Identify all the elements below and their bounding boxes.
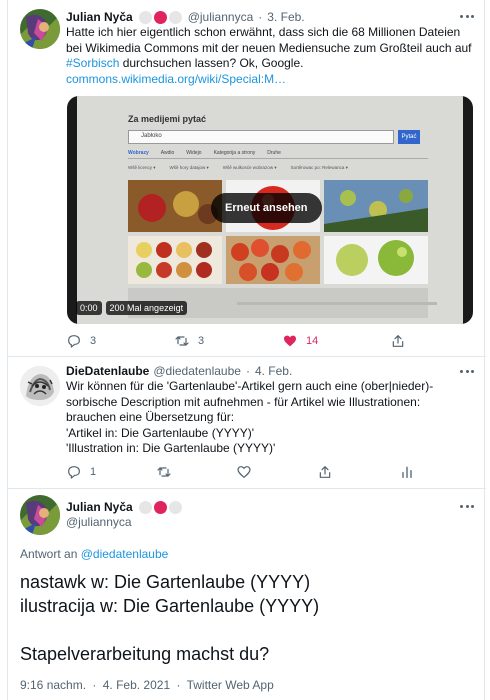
share-icon <box>392 335 404 347</box>
tweet-source[interactable]: Twitter Web App <box>187 678 274 692</box>
video-search-value: Jabłoko <box>141 133 162 139</box>
reply-prefix: Antwort an <box>20 547 78 561</box>
replay-button[interactable]: Erneut ansehen <box>211 193 322 223</box>
video-player[interactable]: Za medijemi pytać Jabłoko Pytać Wobrazy A… <box>67 96 473 324</box>
tweet-meta: 9:16 nachm. · 4. Feb. 2021 · Twitter Web… <box>20 678 274 692</box>
avatar[interactable] <box>20 9 60 49</box>
video-search-box: Jabłoko <box>128 130 394 144</box>
video-filter: Wšě wulkosće wobrazow ▾ <box>222 165 277 170</box>
tweet-thread: Julian Nyča @juliannyca · 3. Feb. Hatte … <box>7 0 486 700</box>
like-button[interactable] <box>236 463 317 481</box>
video-tabs: Wobrazy Awdio Widejo Kategorija a strony Dru… <box>128 150 281 156</box>
video-views: 200 Mal angezeigt <box>105 301 188 315</box>
tweet-text: nastawk w: Die Gartenlaube (YYYY) ilustr… <box>20 570 476 666</box>
tweet-text-line: brauchen eine Übersetzung für: <box>66 410 235 424</box>
reply-context: Antwort an @diedatenlaube <box>20 547 168 561</box>
dot-separator: · <box>245 364 250 378</box>
tweet-main-focused: Julian Nyča @juliannyca Antwort an @died… <box>8 489 486 700</box>
tweet-header: Julian Nyča <box>66 499 188 515</box>
reply-icon <box>68 466 80 479</box>
tweet-diedatenlaube[interactable]: DieDatenlaube @diedatenlaube · 4. Feb. W… <box>8 357 486 487</box>
reply-count: 3 <box>90 335 97 347</box>
handle[interactable]: @diedatenlaube <box>153 364 241 378</box>
tweet-actions: 3 3 14 <box>66 332 446 350</box>
video-filter: Wšě licency ▾ <box>128 165 156 170</box>
reply-to-link[interactable]: @diedatenlaube <box>81 547 169 561</box>
video-filter: Wšě hory datajow ▾ <box>169 165 209 170</box>
display-name[interactable]: Julian Nyča <box>66 500 133 514</box>
reply-button[interactable]: 3 <box>66 332 174 350</box>
video-tab: Widejo <box>186 150 202 156</box>
reply-icon <box>68 335 80 348</box>
tweet-text: Hatte ich hier eigentlich schon erwähnt,… <box>66 25 476 87</box>
like-count: 14 <box>306 335 319 347</box>
tweet-text-line: sorbische Description mit aufnehmen - fü… <box>66 394 421 409</box>
tweet-text-line: nastawk w: Die Gartenlaube (YYYY) <box>20 572 311 592</box>
video-tab: Kategorija a strony <box>213 150 256 156</box>
display-name[interactable]: DieDatenlaube <box>66 364 149 378</box>
tweet-text-line: Wir können für die 'Gartenlaube'-Artikel… <box>66 379 434 393</box>
timestamp[interactable]: 3. Feb. <box>267 10 304 24</box>
tweet-text-line: ilustracija w: Die Gartenlaube (YYYY) <box>20 596 320 616</box>
url-link[interactable]: commons.wikimedia.org/wiki/Special:M… <box>66 72 476 88</box>
share-button[interactable] <box>317 463 399 481</box>
handle[interactable]: @juliannyca <box>188 10 254 24</box>
tweet-text: Wir können für die 'Gartenlaube'-Artikel… <box>66 379 476 457</box>
video-search-button: Pytać <box>398 130 420 144</box>
reply-count: 1 <box>90 466 97 478</box>
tweet-text-fragment: durchsuchen lassen? Ok, Google. <box>119 56 304 70</box>
video-filters: Wšě licency ▾ Wšě hory datajow ▾ Wšě wulko… <box>128 165 348 171</box>
tweet-date[interactable]: 4. Feb. 2021 <box>103 678 170 692</box>
video-overlay-stats: 0:00 200 Mal angezeigt <box>76 301 188 315</box>
flag-emojis <box>138 500 182 514</box>
video-tab: Wobrazy <box>128 150 149 156</box>
retweet-icon <box>157 467 171 477</box>
analytics-icon <box>402 466 412 478</box>
retweet-button[interactable]: 3 <box>174 332 282 350</box>
video-page-title: Za medijemi pytać <box>128 114 207 124</box>
heart-filled-icon <box>284 335 296 347</box>
tweet-text-line: bei Wikimedia Commons mit der neuen Medi… <box>66 40 472 55</box>
flag-emojis <box>138 10 182 24</box>
analytics-button[interactable] <box>399 463 419 481</box>
tweet-text-line: 'Illustration in: Die Gartenlaube (YYYY)… <box>66 441 276 455</box>
dot-separator: · <box>176 678 181 692</box>
video-divider <box>128 158 428 159</box>
display-name[interactable]: Julian Nyča <box>66 10 133 24</box>
reply-button[interactable]: 1 <box>66 463 156 481</box>
share-button[interactable] <box>390 332 430 350</box>
like-button[interactable]: 14 <box>282 332 390 350</box>
video-progress-track <box>237 302 437 305</box>
tweet-juliannyca-1[interactable]: Julian Nyča @juliannyca · 3. Feb. Hatte … <box>8 0 486 356</box>
retweet-button[interactable] <box>156 463 236 481</box>
tweet-text-line: Stapelverarbeitung machst du? <box>20 644 270 664</box>
video-tab: Awdio <box>160 150 175 156</box>
retweet-count: 3 <box>198 335 205 347</box>
video-filter: Sortěrowac po: Relewanca ▾ <box>290 165 348 170</box>
retweet-icon <box>175 336 189 346</box>
heart-icon <box>237 466 251 479</box>
handle[interactable]: @juliannyca <box>66 515 132 529</box>
timestamp[interactable]: 4. Feb. <box>255 364 292 378</box>
avatar[interactable] <box>20 366 60 406</box>
more-options-icon[interactable] <box>460 368 474 374</box>
tweet-actions: 1 <box>66 463 426 481</box>
dot-separator: · <box>258 10 263 24</box>
dot-separator: · <box>92 678 97 692</box>
tweet-text-line: 'Artikel in: Die Gartenlaube (YYYY)' <box>66 425 254 440</box>
tweet-text-line: Hatte ich hier eigentlich schon erwähnt,… <box>66 25 461 39</box>
hashtag-link[interactable]: #Sorbisch <box>66 56 119 70</box>
more-options-icon[interactable] <box>460 13 474 19</box>
more-options-icon[interactable] <box>460 503 474 509</box>
avatar[interactable] <box>20 495 60 535</box>
video-time: 0:00 <box>76 301 102 315</box>
tweet-header: Julian Nyča @juliannyca · 3. Feb. <box>66 9 305 25</box>
tweet-text-line: #Sorbisch durchsuchen lassen? Ok, Google… <box>66 56 476 72</box>
share-icon <box>319 466 331 478</box>
tweet-header: DieDatenlaube @diedatenlaube · 4. Feb. <box>66 363 292 379</box>
tweet-time[interactable]: 9:16 nachm. <box>20 678 86 692</box>
video-tab: Druhe <box>267 150 281 156</box>
